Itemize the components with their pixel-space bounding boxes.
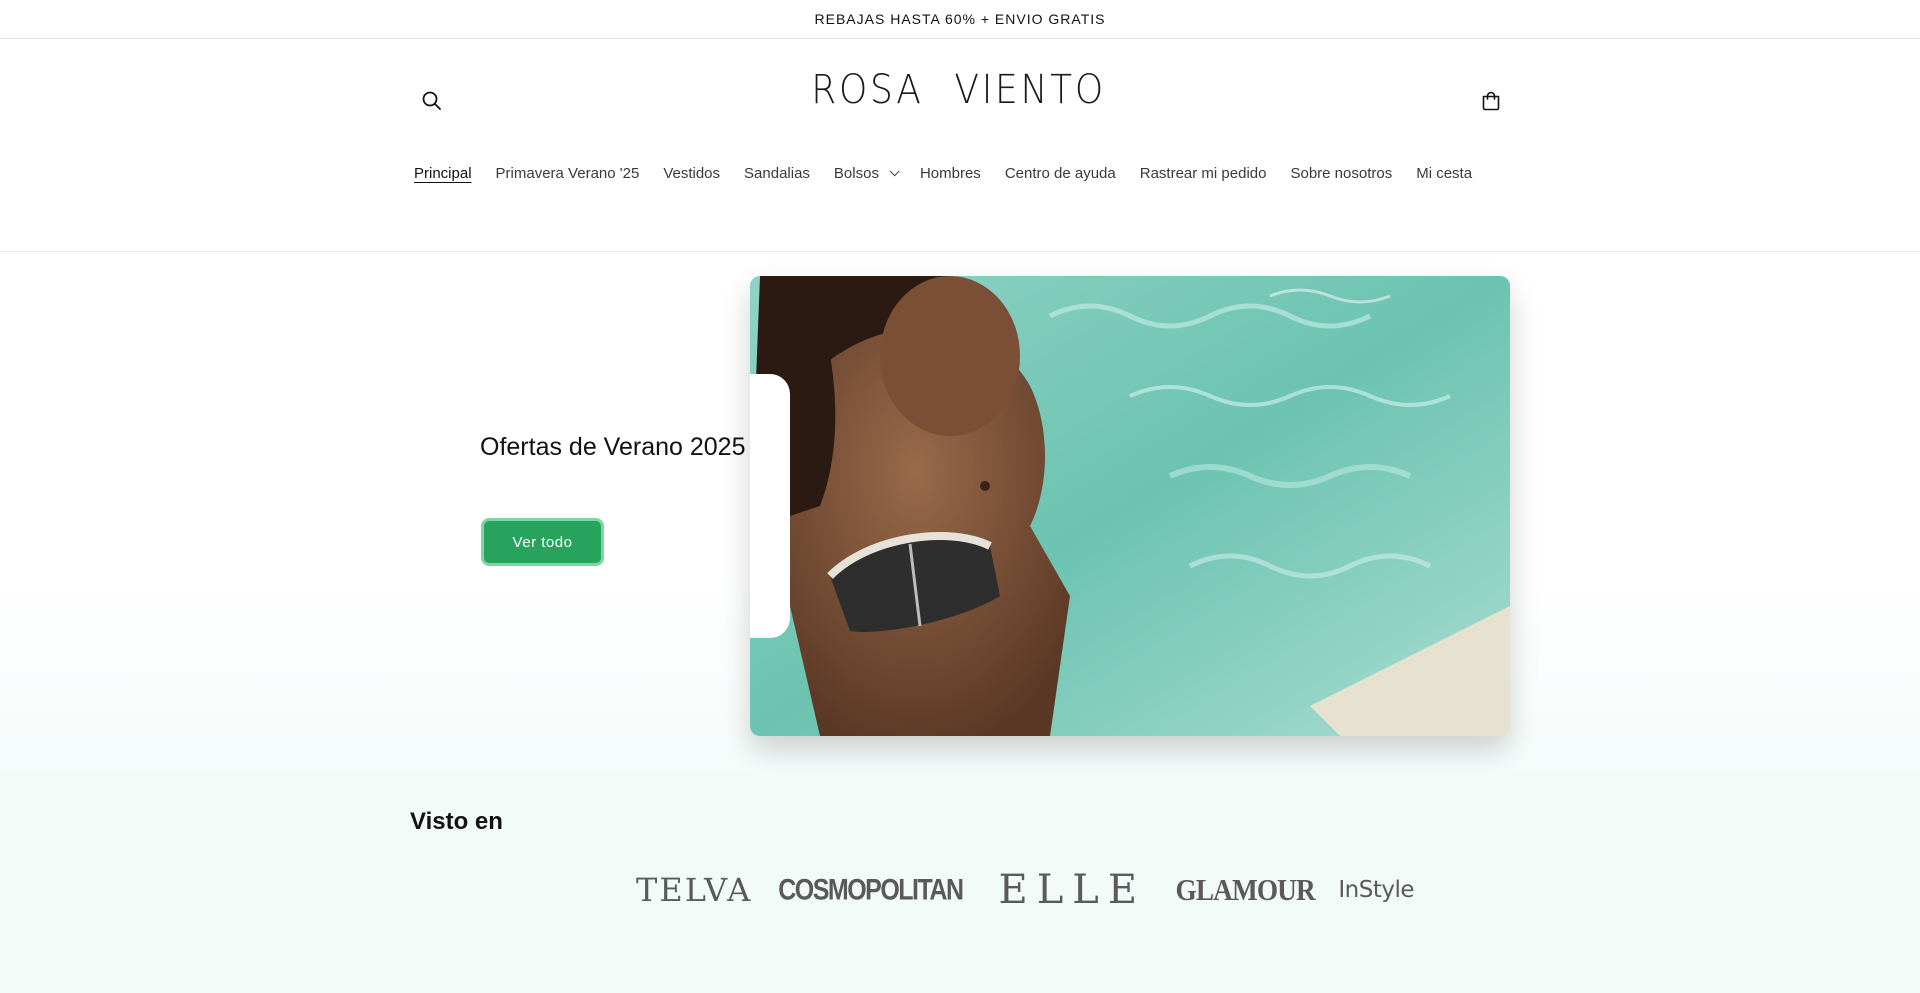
seen-in-title: Visto en <box>410 808 503 835</box>
logo-text-left: ROSA <box>811 67 925 113</box>
brand-logo[interactable]: ROSA VIENTO <box>812 50 1104 130</box>
nav-label: Hombres <box>919 164 981 182</box>
nav-label: Centro de ayuda <box>1004 164 1116 182</box>
press-logo-instyle: InStyle <box>1338 877 1415 903</box>
nav-label: Mi cesta <box>1416 164 1473 182</box>
announcement-text: REBAJAS HASTA 60% + ENVIO GRATIS <box>814 11 1106 27</box>
nav-item-vestidos[interactable]: Vestidos <box>663 165 720 182</box>
nav-item-hombres[interactable]: Hombres <box>920 165 981 182</box>
nav-label: Sobre nosotros <box>1290 164 1393 182</box>
nav-item-sandalias[interactable]: Sandalias <box>744 165 810 182</box>
view-all-button[interactable]: Ver todo <box>481 518 604 566</box>
search-icon <box>422 91 441 110</box>
cart-icon <box>1482 91 1500 111</box>
hero-text: Ofertas de Verano 2025 <box>480 432 750 463</box>
press-logo-glamour: GLAMOUR <box>1175 872 1316 907</box>
nav-item-mi-cesta[interactable]: Mi cesta <box>1416 165 1472 182</box>
nav-label: Primavera Verano '25 <box>495 164 640 182</box>
nav-label: Principal <box>414 164 472 182</box>
nav-item-centro-ayuda[interactable]: Centro de ayuda <box>1005 165 1116 182</box>
nav-label: Vestidos <box>663 164 721 182</box>
nav-item-principal[interactable]: Principal <box>414 165 472 182</box>
chevron-down-icon <box>889 165 900 176</box>
announcement-bar: REBAJAS HASTA 60% + ENVIO GRATIS <box>0 0 1920 39</box>
nav-item-bolsos[interactable]: Bolsos <box>833 164 900 182</box>
nav-label: Rastrear mi pedido <box>1139 164 1267 182</box>
nav-label: Sandalias <box>744 164 810 182</box>
logo-text-right: VIENTO <box>954 67 1107 113</box>
main-nav: Principal Primavera Verano '25 Vestidos … <box>414 153 1472 193</box>
hero-title: Ofertas de Verano 2025 <box>480 433 746 461</box>
hero-image <box>750 276 1510 736</box>
nav-item-rastrear-pedido[interactable]: Rastrear mi pedido <box>1140 165 1267 182</box>
press-logo-elle: ELLE <box>998 867 1147 913</box>
hero-photo <box>750 276 1510 736</box>
nav-item-sobre-nosotros[interactable]: Sobre nosotros <box>1290 165 1392 182</box>
nav-label: Bolsos <box>833 164 879 182</box>
press-logos: TELVA COSMOPOLITAN ELLE GLAMOUR InStyle <box>636 867 1415 913</box>
press-logo-cosmopolitan: COSMOPOLITAN <box>778 872 964 907</box>
search-button[interactable] <box>410 79 454 123</box>
cart-button[interactable] <box>1469 79 1513 123</box>
hero-image-notch <box>750 374 790 638</box>
nav-item-primavera-verano[interactable]: Primavera Verano '25 <box>496 165 640 182</box>
press-logo-telva: TELVA <box>636 871 753 909</box>
